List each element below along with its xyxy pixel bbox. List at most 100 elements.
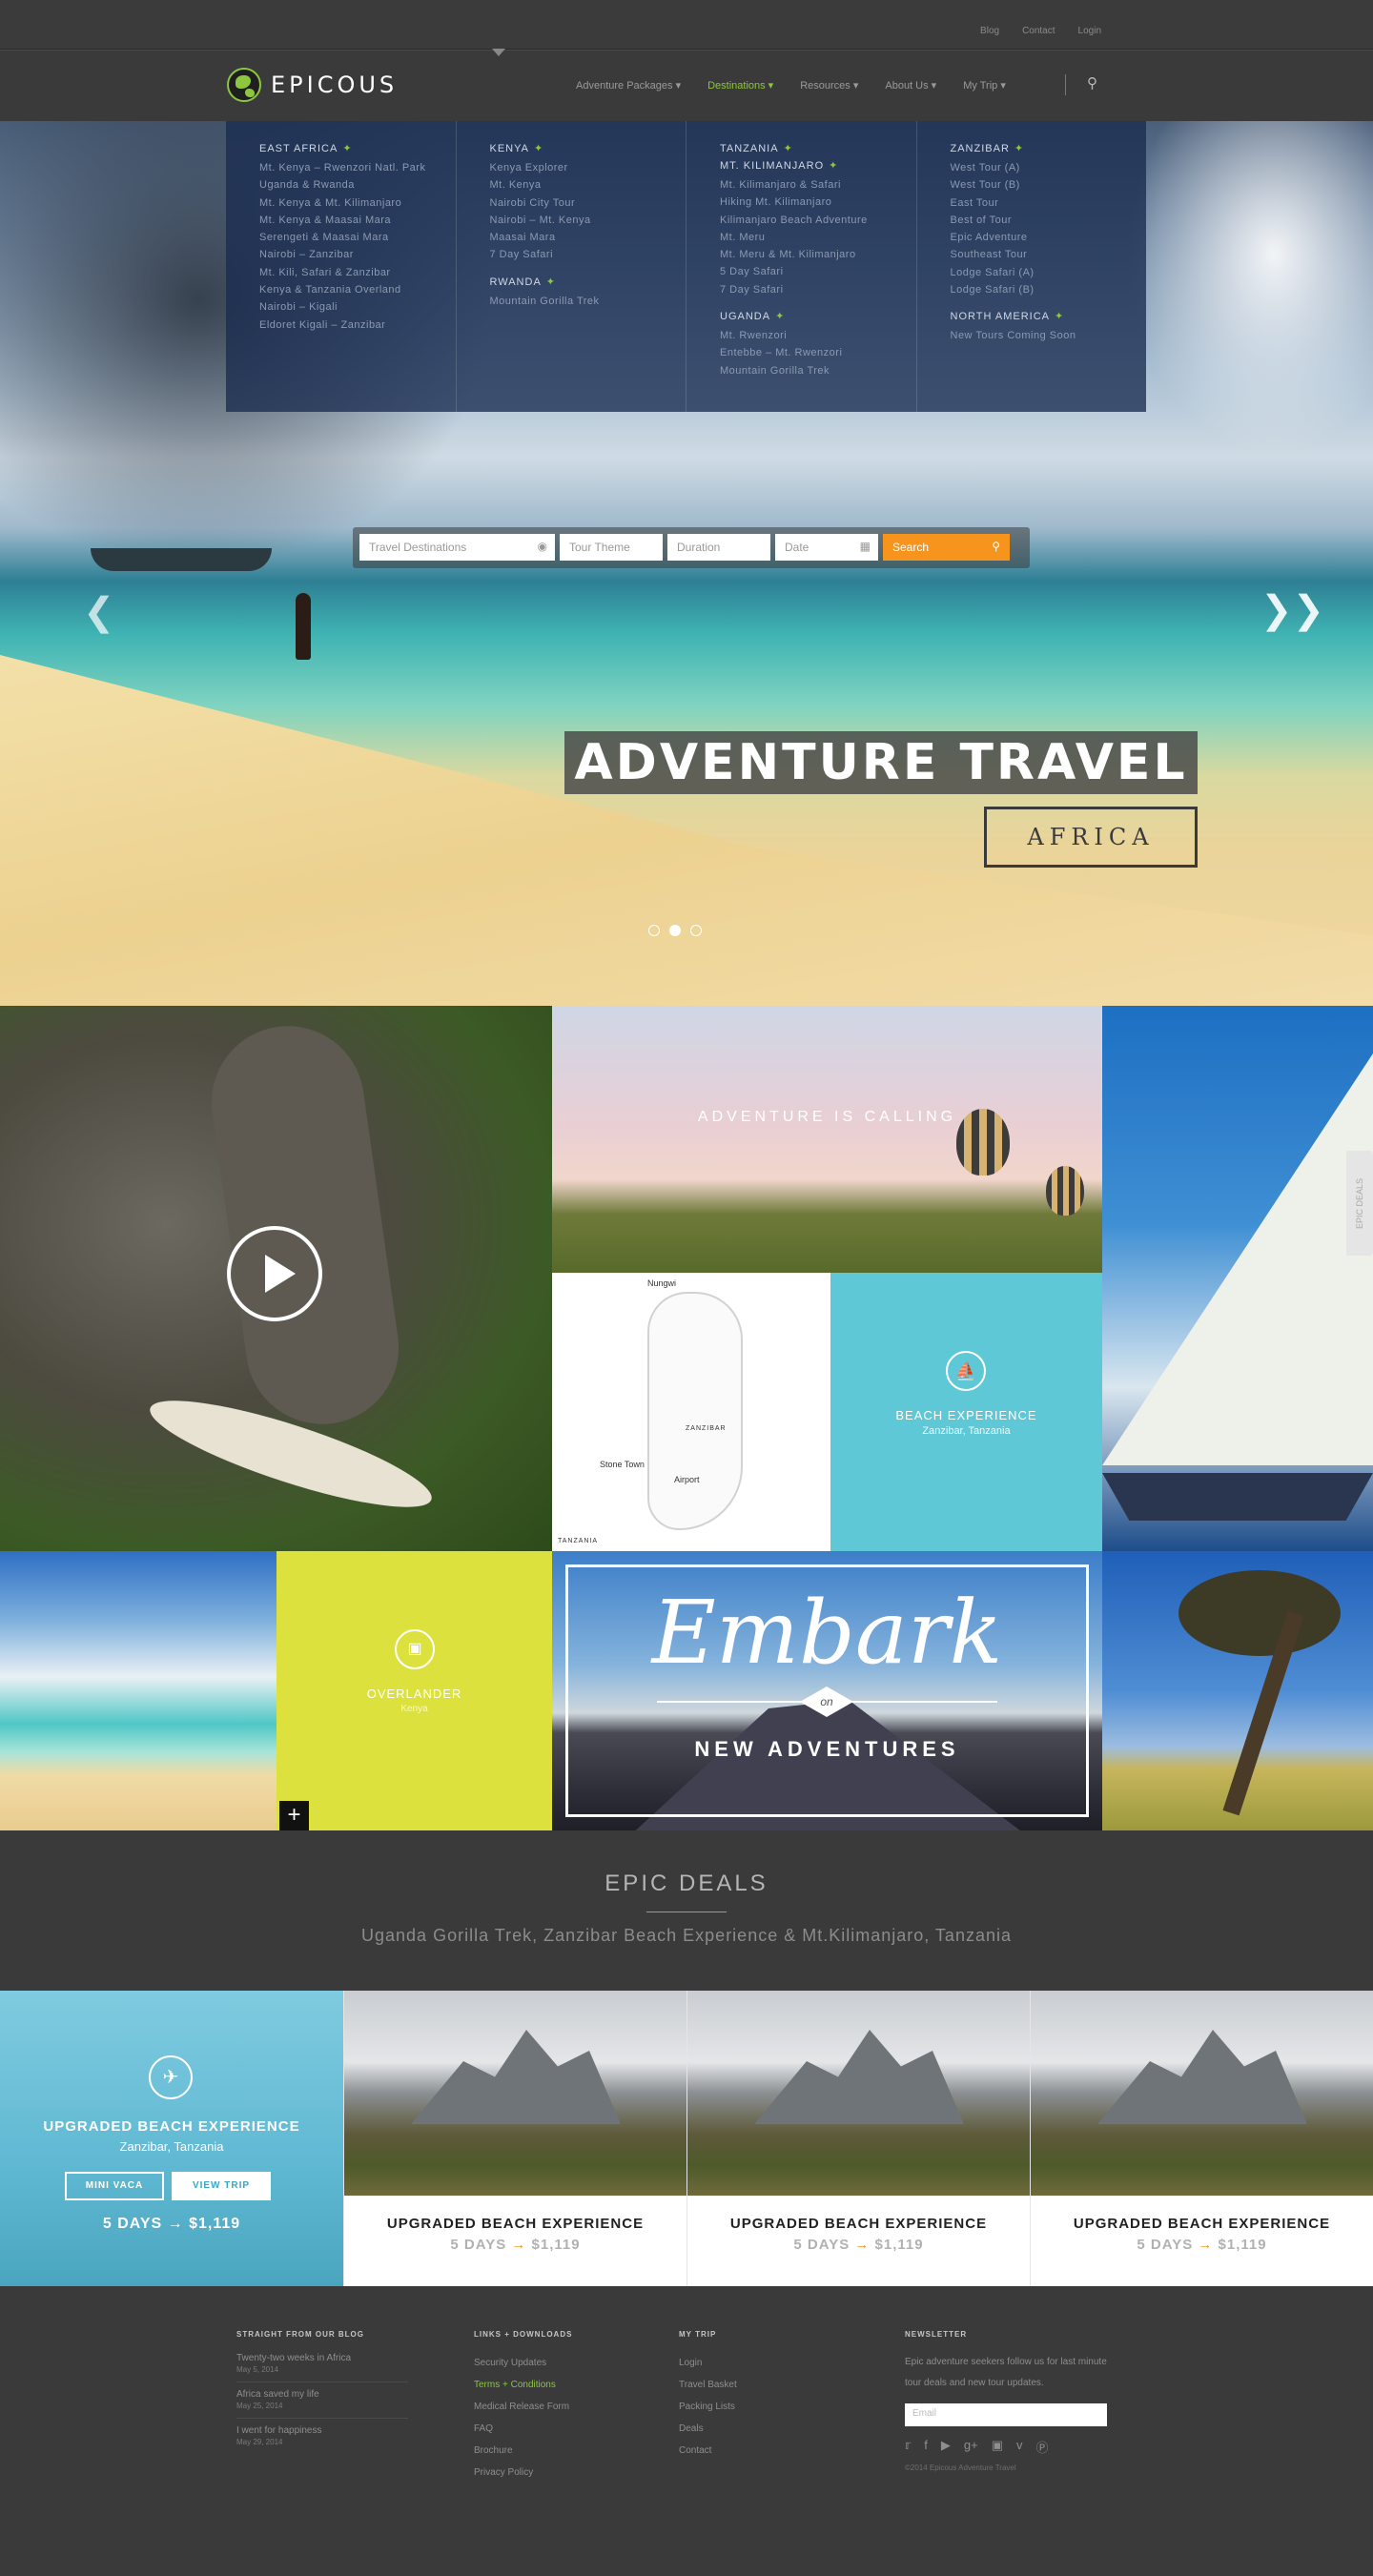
mega-menu-item[interactable]: Mountain Gorilla Trek: [490, 293, 686, 310]
mega-menu-item[interactable]: 7 Day Safari: [490, 246, 686, 263]
tour-theme-select[interactable]: Tour Theme: [560, 534, 663, 561]
instagram-icon[interactable]: ▣: [992, 2438, 1003, 2456]
mega-menu-item[interactable]: Entebbe – Mt. Rwenzori: [720, 344, 916, 361]
nav-adventure-packages[interactable]: Adventure Packages ▾: [576, 79, 681, 92]
twitter-icon[interactable]: 𝕣: [905, 2438, 911, 2456]
mega-menu-heading[interactable]: UGANDA ✦: [720, 310, 916, 322]
overlander-tile[interactable]: ▣ OVERLANDER Kenya +: [277, 1551, 552, 1830]
footer-link[interactable]: Privacy Policy: [474, 2462, 572, 2484]
mega-menu-heading[interactable]: ZANZIBAR ✦: [951, 142, 1147, 154]
mega-menu-item[interactable]: Southeast Tour: [951, 246, 1147, 263]
footer-link[interactable]: Travel Basket: [679, 2374, 737, 2396]
slide-dot[interactable]: [669, 925, 681, 936]
mega-menu-item[interactable]: Mt. Kenya & Mt. Kilimanjaro: [259, 194, 456, 212]
slide-dot[interactable]: [690, 925, 702, 936]
mega-menu-item[interactable]: Kenya & Tanzania Overland: [259, 281, 456, 298]
mega-menu-item[interactable]: Nairobi – Mt. Kenya: [490, 212, 686, 229]
acacia-tree-tile[interactable]: [1102, 1551, 1373, 1830]
mega-menu-heading[interactable]: NORTH AMERICA ✦: [951, 310, 1147, 322]
deal-card[interactable]: UPGRADED BEACH EXPERIENCE 5 DAYS → $1,11…: [343, 1991, 686, 2286]
epic-deals-side-tab[interactable]: EPIC DEALS: [1346, 1151, 1373, 1256]
mega-menu-item[interactable]: Eldoret Kigali – Zanzibar: [259, 317, 456, 334]
mega-menu-item[interactable]: Kenya Explorer: [490, 159, 686, 176]
zanzibar-map-tile[interactable]: Nungwi ZANZIBAR Stone Town Airport TANZA…: [552, 1273, 830, 1551]
login-link[interactable]: Login: [1078, 26, 1101, 36]
prev-slide-icon[interactable]: ❮: [83, 590, 115, 634]
pinterest-icon[interactable]: Ⓟ: [1036, 2438, 1049, 2456]
beach-experience-tile[interactable]: ⛵ BEACH EXPERIENCE Zanzibar, Tanzania: [830, 1273, 1102, 1551]
mega-menu-heading[interactable]: TANZANIA ✦: [720, 142, 916, 154]
mega-menu-item[interactable]: Mt. Meru: [720, 229, 916, 246]
mega-menu-item[interactable]: 5 Day Safari: [720, 263, 916, 280]
email-field[interactable]: Email: [905, 2403, 1107, 2426]
footer-link[interactable]: Medical Release Form: [474, 2396, 572, 2418]
destinations-select[interactable]: Travel Destinations ◉: [359, 534, 555, 561]
collapse-caret-icon[interactable]: [492, 49, 505, 56]
sailboat-tile[interactable]: EPIC DEALS: [1102, 1006, 1373, 1551]
mega-menu-item[interactable]: New Tours Coming Soon: [951, 327, 1147, 344]
date-field[interactable]: Date ▦: [775, 534, 878, 561]
mega-menu-item[interactable]: Mt. Kenya: [490, 176, 686, 194]
mega-menu-item[interactable]: Uganda & Rwanda: [259, 176, 456, 194]
mega-menu-item[interactable]: Mt. Rwenzori: [720, 327, 916, 344]
contact-link[interactable]: Contact: [1022, 26, 1055, 36]
nav-about-us[interactable]: About Us ▾: [885, 79, 936, 92]
mega-menu-item[interactable]: Nairobi – Zanzibar: [259, 246, 456, 263]
adventure-calling-tile[interactable]: ADVENTURE IS CALLING: [552, 1006, 1102, 1273]
mega-menu-heading[interactable]: MT. KILIMANJARO ✦: [720, 159, 916, 172]
footer-link[interactable]: Contact: [679, 2440, 737, 2462]
mega-menu-item[interactable]: 7 Day Safari: [720, 281, 916, 298]
mega-menu-heading[interactable]: KENYA ✦: [490, 142, 686, 154]
mega-menu-item[interactable]: Mountain Gorilla Trek: [720, 362, 916, 379]
slide-dot[interactable]: [648, 925, 660, 936]
search-button[interactable]: Search ⚲: [883, 534, 1010, 561]
youtube-icon[interactable]: ▶: [941, 2438, 951, 2456]
play-icon[interactable]: [227, 1226, 322, 1321]
mega-menu-heading[interactable]: RWANDA ✦: [490, 276, 686, 288]
blog-link[interactable]: Blog: [980, 26, 999, 36]
footer-link[interactable]: Login: [679, 2352, 737, 2374]
mega-menu-item[interactable]: Maasai Mara: [490, 229, 686, 246]
mega-menu-item[interactable]: West Tour (B): [951, 176, 1147, 194]
footer-link[interactable]: Terms + Conditions: [474, 2374, 572, 2396]
facebook-icon[interactable]: f: [924, 2438, 928, 2456]
mega-menu-item[interactable]: Mt. Kili, Safari & Zanzibar: [259, 264, 456, 281]
logo[interactable]: EPICOUS: [227, 68, 398, 102]
next-slide-icon[interactable]: ❯❯: [1260, 588, 1324, 632]
footer-link[interactable]: FAQ: [474, 2418, 572, 2440]
vimeo-icon[interactable]: v: [1016, 2438, 1023, 2456]
footer-link[interactable]: Security Updates: [474, 2352, 572, 2374]
nav-my-trip[interactable]: My Trip ▾: [963, 79, 1006, 92]
mega-menu-heading[interactable]: EAST AFRICA ✦: [259, 142, 456, 154]
mega-menu-item[interactable]: Serengeti & Maasai Mara: [259, 229, 456, 246]
mega-menu-item[interactable]: Epic Adventure: [951, 229, 1147, 246]
plus-icon[interactable]: +: [279, 1801, 309, 1830]
hero-subtitle-button[interactable]: AFRICA: [984, 807, 1198, 868]
mega-menu-item[interactable]: Nairobi – Kigali: [259, 298, 456, 316]
duration-select[interactable]: Duration: [667, 534, 770, 561]
mega-menu-item[interactable]: Kilimanjaro Beach Adventure: [720, 212, 916, 229]
mega-menu-item[interactable]: Mt. Kilimanjaro & Safari: [720, 176, 916, 194]
deal-card[interactable]: UPGRADED BEACH EXPERIENCE 5 DAYS → $1,11…: [686, 1991, 1030, 2286]
nav-destinations[interactable]: Destinations ▾: [707, 79, 773, 92]
blog-post-link[interactable]: Africa saved my life: [236, 2388, 408, 2401]
elephant-video-tile[interactable]: [0, 1006, 552, 1551]
mega-menu-item[interactable]: Lodge Safari (B): [951, 281, 1147, 298]
footer-link[interactable]: Brochure: [474, 2440, 572, 2462]
blog-post-link[interactable]: Twenty-two weeks in Africa: [236, 2352, 408, 2364]
view-trip-button[interactable]: VIEW TRIP: [172, 2172, 271, 2200]
footer-link[interactable]: Packing Lists: [679, 2396, 737, 2418]
mega-menu-item[interactable]: East Tour: [951, 194, 1147, 212]
mega-menu-item[interactable]: Lodge Safari (A): [951, 264, 1147, 281]
nav-resources[interactable]: Resources ▾: [800, 79, 858, 92]
mega-menu-item[interactable]: Mt. Kenya – Rwenzori Natl. Park: [259, 159, 456, 176]
mega-menu-item[interactable]: Mt. Kenya & Maasai Mara: [259, 212, 456, 229]
mini-vaca-button[interactable]: MINI VACA: [65, 2172, 164, 2200]
embark-tile[interactable]: Embark on NEW ADVENTURES: [552, 1551, 1102, 1830]
beach-photo-tile[interactable]: [0, 1551, 277, 1830]
mega-menu-item[interactable]: West Tour (A): [951, 159, 1147, 176]
googleplus-icon[interactable]: g+: [964, 2438, 978, 2456]
mega-menu-item[interactable]: Best of Tour: [951, 212, 1147, 229]
deal-card[interactable]: UPGRADED BEACH EXPERIENCE 5 DAYS → $1,11…: [1030, 1991, 1373, 2286]
featured-deal[interactable]: ✈ UPGRADED BEACH EXPERIENCE Zanzibar, Ta…: [0, 1991, 343, 2286]
